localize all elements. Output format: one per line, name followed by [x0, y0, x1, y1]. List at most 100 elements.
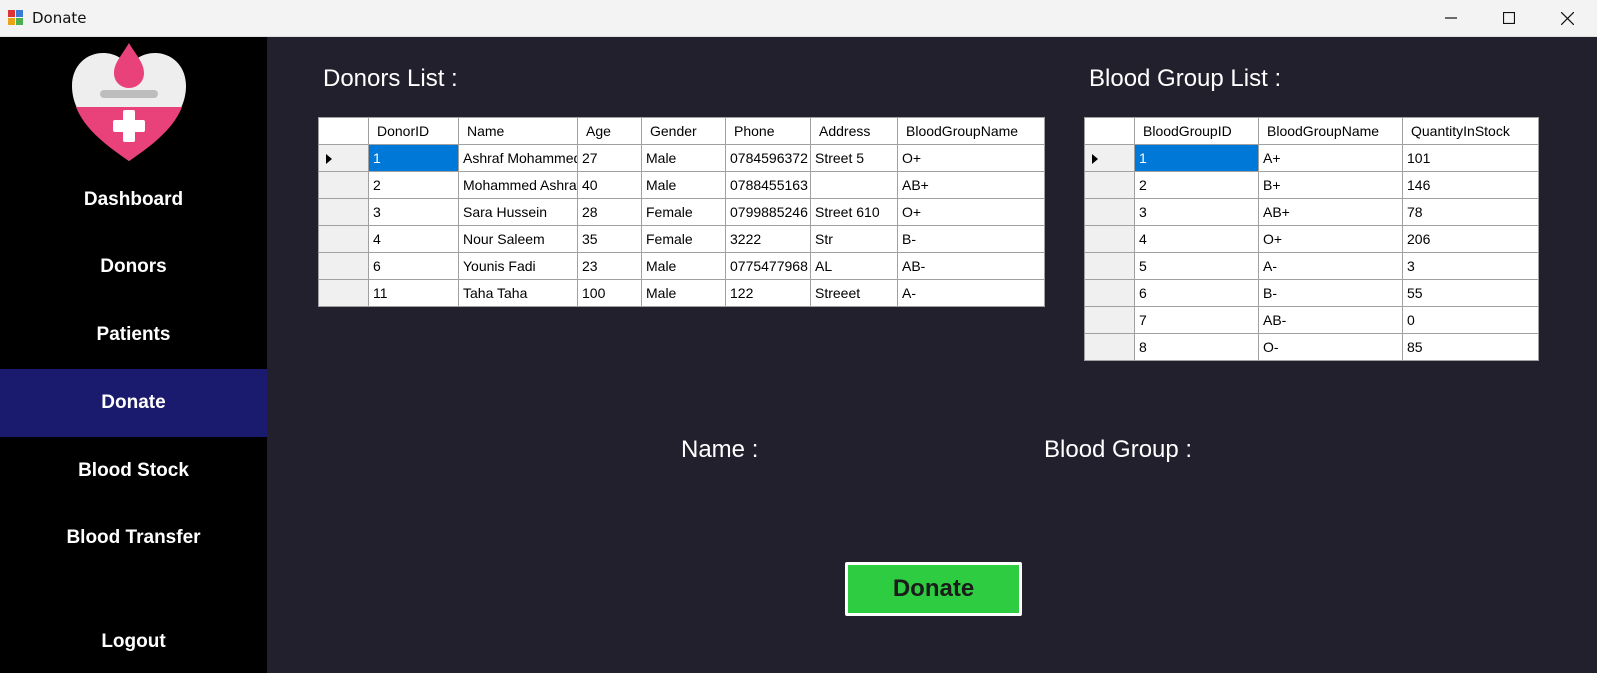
table-cell[interactable]: AB- — [897, 252, 1045, 280]
table-cell[interactable]: 4 — [368, 225, 459, 253]
table-cell[interactable]: 1 — [368, 144, 459, 172]
row-header[interactable] — [1084, 144, 1135, 172]
table-cell[interactable]: AB+ — [1258, 198, 1403, 226]
column-header[interactable]: Address — [810, 117, 898, 145]
row-header[interactable] — [318, 279, 369, 307]
table-cell[interactable]: A- — [1258, 252, 1403, 280]
column-header[interactable]: BloodGroupID — [1134, 117, 1259, 145]
table-cell[interactable]: Streeet — [810, 279, 898, 307]
table-cell[interactable]: Male — [641, 171, 726, 199]
table-cell[interactable]: 7 — [1134, 306, 1259, 334]
table-row[interactable]: 6 B- 55 — [1084, 279, 1539, 307]
table-cell[interactable]: 1 — [1134, 144, 1259, 172]
column-header[interactable]: Name — [458, 117, 578, 145]
minimize-button[interactable] — [1422, 0, 1480, 36]
blood-group-grid[interactable]: BloodGroupID BloodGroupName QuantityInSt… — [1084, 117, 1539, 361]
table-cell[interactable]: 3 — [1402, 252, 1539, 280]
table-cell[interactable]: 206 — [1402, 225, 1539, 253]
table-cell[interactable]: O+ — [897, 198, 1045, 226]
table-row[interactable]: 5 A- 3 — [1084, 252, 1539, 280]
table-cell[interactable]: Male — [641, 144, 726, 172]
table-cell[interactable]: 3 — [368, 198, 459, 226]
table-cell[interactable]: 101 — [1402, 144, 1539, 172]
table-cell[interactable]: 122 — [725, 279, 811, 307]
table-row[interactable]: 7 AB- 0 — [1084, 306, 1539, 334]
table-cell[interactable]: Mohammed Ashraf — [458, 171, 578, 199]
table-cell[interactable]: 78 — [1402, 198, 1539, 226]
table-cell[interactable]: 3 — [1134, 198, 1259, 226]
table-row[interactable]: 8 O- 85 — [1084, 333, 1539, 361]
column-header[interactable]: Age — [577, 117, 642, 145]
table-cell[interactable]: 35 — [577, 225, 642, 253]
table-cell[interactable]: Younis Fadi — [458, 252, 578, 280]
nav-dashboard[interactable]: Dashboard — [0, 166, 267, 234]
table-cell[interactable] — [810, 171, 898, 199]
row-header[interactable] — [318, 198, 369, 226]
table-cell[interactable]: 2 — [1134, 171, 1259, 199]
donate-button[interactable]: Donate — [845, 562, 1022, 616]
table-cell[interactable]: 2 — [368, 171, 459, 199]
table-cell[interactable]: Sara Hussein — [458, 198, 578, 226]
table-row[interactable]: 4 Nour Saleem 35 Female 3222 Str B- — [318, 225, 1045, 253]
table-cell[interactable]: A+ — [1258, 144, 1403, 172]
table-row[interactable]: 2 B+ 146 — [1084, 171, 1539, 199]
table-cell[interactable]: AL — [810, 252, 898, 280]
donors-grid[interactable]: DonorID Name Age Gender Phone Address Bl… — [318, 117, 1045, 307]
table-cell[interactable]: Female — [641, 198, 726, 226]
row-header[interactable] — [318, 144, 369, 172]
table-cell[interactable]: 0799885246 — [725, 198, 811, 226]
table-cell[interactable]: B+ — [1258, 171, 1403, 199]
table-cell[interactable]: 23 — [577, 252, 642, 280]
nav-blood-transfer[interactable]: Blood Transfer — [0, 504, 267, 572]
table-cell[interactable]: Street 5 — [810, 144, 898, 172]
table-cell[interactable]: 100 — [577, 279, 642, 307]
row-header[interactable] — [1084, 306, 1135, 334]
table-cell[interactable]: Str — [810, 225, 898, 253]
table-cell[interactable]: 55 — [1402, 279, 1539, 307]
column-header[interactable]: Phone — [725, 117, 811, 145]
table-cell[interactable]: 5 — [1134, 252, 1259, 280]
nav-patients[interactable]: Patients — [0, 301, 267, 369]
table-cell[interactable]: A- — [897, 279, 1045, 307]
table-cell[interactable]: Male — [641, 279, 726, 307]
column-header[interactable]: BloodGroupName — [1258, 117, 1403, 145]
table-cell[interactable]: 0775477968 — [725, 252, 811, 280]
table-row[interactable]: 6 Younis Fadi 23 Male 0775477968 AL AB- — [318, 252, 1045, 280]
table-cell[interactable]: O- — [1258, 333, 1403, 361]
table-cell[interactable]: AB+ — [897, 171, 1045, 199]
nav-blood-stock[interactable]: Blood Stock — [0, 437, 267, 505]
table-cell[interactable]: 28 — [577, 198, 642, 226]
row-header[interactable] — [318, 225, 369, 253]
table-row[interactable]: 2 Mohammed Ashraf 40 Male 0788455163 AB+ — [318, 171, 1045, 199]
table-cell[interactable]: 0784596372 — [725, 144, 811, 172]
table-cell[interactable]: 40 — [577, 171, 642, 199]
table-row[interactable]: 11 Taha Taha 100 Male 122 Streeet A- — [318, 279, 1045, 307]
nav-donors[interactable]: Donors — [0, 233, 267, 301]
table-row[interactable]: 1 A+ 101 — [1084, 144, 1539, 172]
column-header[interactable]: Gender — [641, 117, 726, 145]
table-cell[interactable]: B- — [897, 225, 1045, 253]
table-cell[interactable]: Male — [641, 252, 726, 280]
row-header[interactable] — [1084, 333, 1135, 361]
table-cell[interactable]: Female — [641, 225, 726, 253]
table-cell[interactable]: O+ — [1258, 225, 1403, 253]
row-header[interactable] — [1084, 225, 1135, 253]
table-cell[interactable]: 6 — [1134, 279, 1259, 307]
column-header[interactable]: DonorID — [368, 117, 459, 145]
maximize-button[interactable] — [1480, 0, 1538, 36]
row-header[interactable] — [1084, 279, 1135, 307]
table-cell[interactable]: 3222 — [725, 225, 811, 253]
table-cell[interactable]: AB- — [1258, 306, 1403, 334]
column-header[interactable]: BloodGroupName — [897, 117, 1045, 145]
table-row[interactable]: 3 AB+ 78 — [1084, 198, 1539, 226]
table-cell[interactable]: Taha Taha — [458, 279, 578, 307]
table-cell[interactable]: 0 — [1402, 306, 1539, 334]
row-header[interactable] — [318, 252, 369, 280]
column-header[interactable]: QuantityInStock — [1402, 117, 1539, 145]
nav-donate[interactable]: Donate — [0, 369, 267, 437]
table-cell[interactable]: 11 — [368, 279, 459, 307]
table-cell[interactable]: 6 — [368, 252, 459, 280]
table-cell[interactable]: Nour Saleem — [458, 225, 578, 253]
table-cell[interactable]: O+ — [897, 144, 1045, 172]
row-header[interactable] — [1084, 171, 1135, 199]
